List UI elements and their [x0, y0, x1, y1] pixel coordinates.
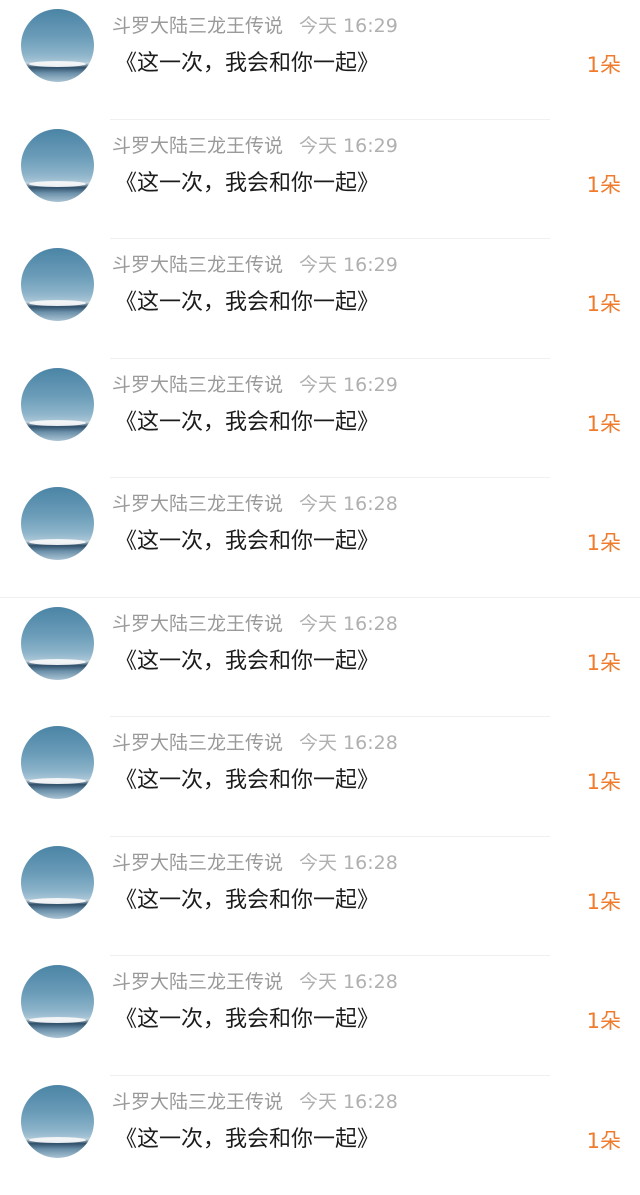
- comment-meta: 斗罗大陆三龙王传说今天 16:28: [112, 1090, 398, 1114]
- list-item[interactable]: 斗罗大陆三龙王传说今天 16:29 《这一次，我会和你一起》 1朵: [0, 239, 640, 359]
- username[interactable]: 斗罗大陆三龙王传说: [112, 15, 283, 37]
- avatar-image: [29, 898, 86, 904]
- comment-list: 斗罗大陆三龙王传说今天 16:29 《这一次，我会和你一起》 1朵 斗罗大陆三龙…: [0, 0, 640, 1167]
- comment-text: 《这一次，我会和你一起》: [115, 647, 379, 677]
- comment-text: 《这一次，我会和你一起》: [115, 49, 379, 79]
- gift-count: 1朵: [587, 528, 621, 558]
- comment-text: 《这一次，我会和你一起》: [115, 766, 379, 796]
- list-item[interactable]: 斗罗大陆三龙王传说今天 16:28 《这一次，我会和你一起》 1朵: [0, 956, 640, 1076]
- gift-count: 1朵: [587, 289, 621, 319]
- comment-meta: 斗罗大陆三龙王传说今天 16:29: [112, 253, 398, 277]
- avatar[interactable]: [21, 487, 94, 560]
- username[interactable]: 斗罗大陆三龙王传说: [112, 1091, 283, 1113]
- avatar-image: [29, 1017, 86, 1023]
- comment-meta: 斗罗大陆三龙王传说今天 16:28: [112, 492, 398, 516]
- timestamp: 今天 16:29: [299, 374, 398, 396]
- username[interactable]: 斗罗大陆三龙王传说: [112, 613, 283, 635]
- comment-meta: 斗罗大陆三龙王传说今天 16:29: [112, 134, 398, 158]
- avatar-image: [29, 61, 86, 67]
- avatar-image: [29, 659, 86, 665]
- gift-count: 1朵: [587, 409, 621, 439]
- comment-text: 《这一次，我会和你一起》: [115, 527, 379, 557]
- avatar-image: [29, 300, 86, 306]
- comment-meta: 斗罗大陆三龙王传说今天 16:29: [112, 14, 398, 38]
- gift-count: 1朵: [587, 170, 621, 200]
- timestamp: 今天 16:28: [299, 732, 398, 754]
- list-item[interactable]: 斗罗大陆三龙王传说今天 16:28 《这一次，我会和你一起》 1朵: [0, 598, 640, 718]
- comment-meta: 斗罗大陆三龙王传说今天 16:28: [112, 851, 398, 875]
- list-item[interactable]: 斗罗大陆三龙王传说今天 16:28 《这一次，我会和你一起》 1朵: [0, 837, 640, 957]
- comment-text: 《这一次，我会和你一起》: [115, 408, 379, 438]
- timestamp: 今天 16:29: [299, 15, 398, 37]
- username[interactable]: 斗罗大陆三龙王传说: [112, 971, 283, 993]
- username[interactable]: 斗罗大陆三龙王传说: [112, 493, 283, 515]
- avatar[interactable]: [21, 726, 94, 799]
- list-item[interactable]: 斗罗大陆三龙王传说今天 16:29 《这一次，我会和你一起》 1朵: [0, 120, 640, 240]
- timestamp: 今天 16:29: [299, 254, 398, 276]
- avatar[interactable]: [21, 248, 94, 321]
- timestamp: 今天 16:28: [299, 1091, 398, 1113]
- avatar-image: [29, 420, 86, 426]
- avatar[interactable]: [21, 607, 94, 680]
- username[interactable]: 斗罗大陆三龙王传说: [112, 135, 283, 157]
- comment-meta: 斗罗大陆三龙王传说今天 16:28: [112, 731, 398, 755]
- timestamp: 今天 16:29: [299, 135, 398, 157]
- comment-text: 《这一次，我会和你一起》: [115, 886, 379, 916]
- username[interactable]: 斗罗大陆三龙王传说: [112, 732, 283, 754]
- avatar[interactable]: [21, 965, 94, 1038]
- gift-count: 1朵: [587, 50, 621, 80]
- username[interactable]: 斗罗大陆三龙王传说: [112, 852, 283, 874]
- gift-count: 1朵: [587, 887, 621, 917]
- timestamp: 今天 16:28: [299, 493, 398, 515]
- timestamp: 今天 16:28: [299, 613, 398, 635]
- gift-count: 1朵: [587, 1126, 621, 1156]
- avatar[interactable]: [21, 129, 94, 202]
- timestamp: 今天 16:28: [299, 852, 398, 874]
- list-item[interactable]: 斗罗大陆三龙王传说今天 16:28 《这一次，我会和你一起》 1朵: [0, 1076, 640, 1195]
- comment-text: 《这一次，我会和你一起》: [115, 1005, 379, 1035]
- list-item[interactable]: 斗罗大陆三龙王传说今天 16:29 《这一次，我会和你一起》 1朵: [0, 0, 640, 120]
- list-item[interactable]: 斗罗大陆三龙王传说今天 16:28 《这一次，我会和你一起》 1朵: [0, 478, 640, 598]
- comment-text: 《这一次，我会和你一起》: [115, 169, 379, 199]
- avatar[interactable]: [21, 846, 94, 919]
- gift-count: 1朵: [587, 648, 621, 678]
- comment-meta: 斗罗大陆三龙王传说今天 16:28: [112, 970, 398, 994]
- avatar[interactable]: [21, 9, 94, 82]
- comment-meta: 斗罗大陆三龙王传说今天 16:28: [112, 612, 398, 636]
- avatar-image: [29, 1137, 86, 1143]
- gift-count: 1朵: [587, 1006, 621, 1036]
- avatar-image: [29, 181, 86, 187]
- avatar-image: [29, 778, 86, 784]
- avatar-image: [29, 539, 86, 545]
- comment-text: 《这一次，我会和你一起》: [115, 288, 379, 318]
- list-item[interactable]: 斗罗大陆三龙王传说今天 16:29 《这一次，我会和你一起》 1朵: [0, 359, 640, 479]
- comment-meta: 斗罗大陆三龙王传说今天 16:29: [112, 373, 398, 397]
- list-item[interactable]: 斗罗大陆三龙王传说今天 16:28 《这一次，我会和你一起》 1朵: [0, 717, 640, 837]
- timestamp: 今天 16:28: [299, 971, 398, 993]
- username[interactable]: 斗罗大陆三龙王传说: [112, 254, 283, 276]
- avatar[interactable]: [21, 1085, 94, 1158]
- avatar[interactable]: [21, 368, 94, 441]
- gift-count: 1朵: [587, 767, 621, 797]
- username[interactable]: 斗罗大陆三龙王传说: [112, 374, 283, 396]
- comment-text: 《这一次，我会和你一起》: [115, 1125, 379, 1155]
